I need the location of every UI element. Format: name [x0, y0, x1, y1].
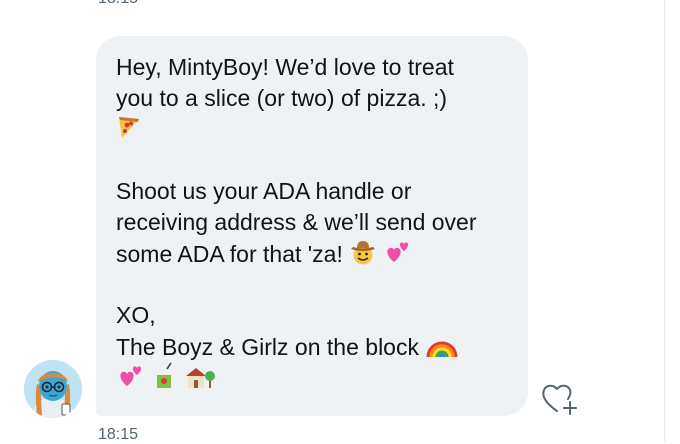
- message-line-text: some ADA for that 'za!: [116, 241, 350, 268]
- pizza-icon: [116, 114, 142, 148]
- previous-message-timestamp: 18:15: [98, 0, 138, 8]
- message-line-emoji: [116, 114, 508, 145]
- house-with-garden-icon: [183, 362, 215, 398]
- message-line: Shoot us your ADA handle or: [116, 178, 412, 204]
- message-line: receiving address & we’ll send over: [116, 209, 477, 235]
- juice-box-icon: [152, 362, 176, 398]
- cowboy-face-icon: [349, 238, 377, 274]
- message-bubble[interactable]: Hey, MintyBoy! We’d love to treat you to…: [96, 36, 528, 416]
- pane-divider: [664, 0, 665, 442]
- message-line-text: The Boyz & Girlz on the block: [116, 334, 426, 361]
- message-line: Hey, MintyBoy! We’d love to treat: [116, 54, 454, 80]
- message-line-with-emoji: The Boyz & Girlz on the block: [116, 331, 508, 362]
- message-timestamp: 18:15: [98, 426, 139, 443]
- message-line: XO,: [116, 302, 156, 328]
- two-hearts-icon: [116, 362, 146, 398]
- heart-plus-icon: [542, 384, 577, 415]
- sender-avatar[interactable]: [24, 360, 82, 418]
- two-hearts-icon: [384, 238, 412, 274]
- message-line: you to a slice (or two) of pizza. ;): [116, 85, 448, 111]
- rainbow-icon: [425, 331, 459, 367]
- add-reaction-button[interactable]: [540, 380, 580, 416]
- message-line-with-emoji: some ADA for that 'za!: [116, 238, 508, 269]
